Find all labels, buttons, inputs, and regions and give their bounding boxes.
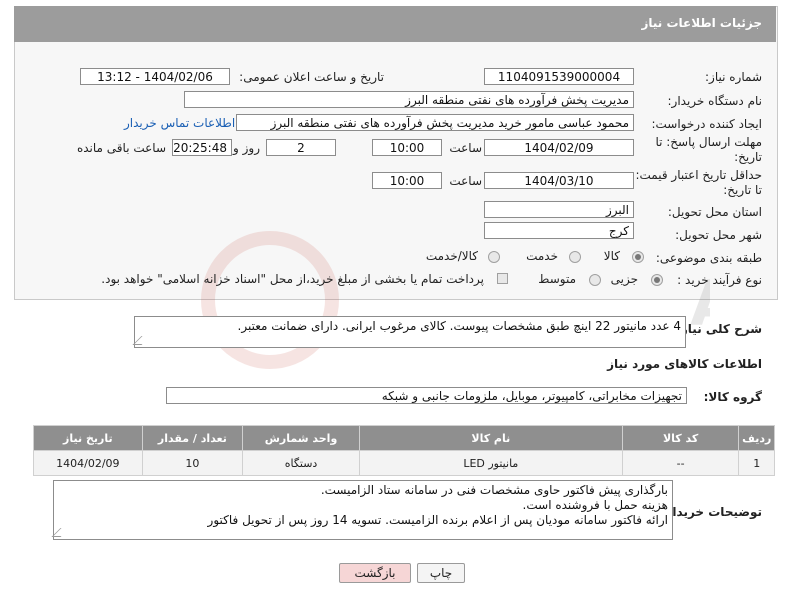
resize-handle-icon[interactable] xyxy=(132,336,151,345)
announce-date-label: تاریخ و ساعت اعلان عمومی: xyxy=(239,70,384,84)
col-item-name: نام کالا xyxy=(358,425,623,451)
need-number-label: شماره نیاز: xyxy=(705,70,762,84)
category-option-service: خدمت xyxy=(526,249,558,263)
days-remaining-field: 2 xyxy=(266,139,336,156)
buyer-notes-textarea[interactable]: بارگذاری پیش فاکتور حاوی مشخصات فنی در س… xyxy=(51,480,673,540)
process-radio-medium[interactable] xyxy=(589,274,601,286)
buyer-org-label: نام دستگاه خریدار: xyxy=(667,94,763,108)
deadline-label-1: مهلت ارسال پاسخ: تا xyxy=(655,135,762,149)
goods-table: ردیف کد کالا نام کالا واحد شمارش تعداد /… xyxy=(33,425,775,476)
cell-item-code: -- xyxy=(621,450,740,476)
col-quantity: تعداد / مقدار xyxy=(141,425,244,451)
goods-group-field: تجهیزات مخابراتی، کامپیوتر، موبایل، ملزو… xyxy=(166,387,687,404)
back-button[interactable]: بازگشت xyxy=(339,563,411,583)
treasury-checkbox[interactable] xyxy=(497,273,508,284)
city-field: کرج xyxy=(484,222,634,239)
buyer-org-field: مدیریت پخش فرآورده های نفتی منطقه البرز xyxy=(184,91,634,108)
cell-need-date: 1404/02/09 xyxy=(33,450,143,476)
process-type-label: نوع فرآیند خرید : xyxy=(677,273,762,287)
cell-row-number: 1 xyxy=(738,450,775,476)
validity-time-label: ساعت xyxy=(449,174,482,188)
process-option-medium: متوسط xyxy=(538,272,576,286)
city-label: شهر محل تحویل: xyxy=(675,228,762,242)
category-radio-service[interactable] xyxy=(569,251,581,263)
panel-header: جزئیات اطلاعات نیاز xyxy=(14,6,776,42)
category-radio-goods-service[interactable] xyxy=(488,251,500,263)
buyer-note-line: بارگذاری پیش فاکتور حاوی مشخصات فنی در س… xyxy=(320,483,668,497)
description-textarea[interactable]: 4 عدد مانیتور 22 اینچ طبق مشخصات پیوست. … xyxy=(132,316,686,348)
table-header-row: ردیف کد کالا نام کالا واحد شمارش تعداد /… xyxy=(33,425,775,451)
process-option-minor: جزیی xyxy=(610,272,638,286)
days-label: روز و xyxy=(233,141,260,155)
goods-section-title: اطلاعات کالاهای مورد نیاز xyxy=(607,357,762,371)
print-button[interactable]: چاپ xyxy=(417,563,465,583)
creator-label: ایجاد کننده درخواست: xyxy=(651,117,762,131)
buyer-note-line: ارائه فاکتور سامانه مودیان پس از اعلام ب… xyxy=(207,513,668,527)
buyer-notes-label: توضیحات خریدار: xyxy=(660,505,762,519)
announce-date-field: 1404/02/06 - 13:12 xyxy=(80,68,230,85)
cell-unit: دستگاه xyxy=(242,450,360,476)
category-radio-goods[interactable] xyxy=(632,251,644,263)
process-radio-minor[interactable] xyxy=(651,274,663,286)
deadline-label-2: تاریخ: xyxy=(734,150,762,164)
col-unit: واحد شمارش xyxy=(242,425,360,451)
validity-label-1: حداقل تاریخ اعتبار قیمت: xyxy=(635,168,762,182)
description-label: شرح کلی نیاز: xyxy=(676,322,762,336)
category-option-goods-service: کالا/خدمت xyxy=(425,249,478,263)
buyer-contact-link[interactable]: اطلاعات تماس خریدار xyxy=(124,116,235,130)
validity-label-2: تا تاریخ: xyxy=(723,183,762,197)
cell-quantity: 10 xyxy=(141,450,244,476)
cell-item-name: مانیتور LED xyxy=(358,450,623,476)
province-field: البرز xyxy=(484,201,634,218)
col-row-number: ردیف xyxy=(738,425,775,451)
deadline-time-field: 10:00 xyxy=(372,139,442,156)
description-text: 4 عدد مانیتور 22 اینچ طبق مشخصات پیوست. … xyxy=(237,319,681,333)
validity-date-field: 1404/03/10 xyxy=(484,172,634,189)
goods-group-label: گروه کالا: xyxy=(703,390,762,404)
validity-time-field: 10:00 xyxy=(372,172,442,189)
treasury-note: پرداخت تمام یا بخشی از مبلغ خرید،از محل … xyxy=(101,272,484,286)
category-option-goods: کالا xyxy=(603,249,620,263)
col-need-date: تاریخ نیاز xyxy=(33,425,143,451)
deadline-time-label: ساعت xyxy=(449,141,482,155)
category-label: طبقه بندی موضوعی: xyxy=(655,251,762,265)
panel-title: جزئیات اطلاعات نیاز xyxy=(641,16,762,30)
buyer-note-line: هزینه حمل با فروشنده است. xyxy=(522,498,668,512)
deadline-date-field: 1404/02/09 xyxy=(484,139,634,156)
table-row: 1 -- مانیتور LED دستگاه 10 1404/02/09 xyxy=(33,450,775,476)
province-label: استان محل تحویل: xyxy=(667,205,762,219)
need-number-field: 1104091539000004 xyxy=(484,68,634,85)
col-item-code: کد کالا xyxy=(621,425,740,451)
creator-field: محمود عباسی مامور خرید مدیریت پخش فرآورد… xyxy=(236,114,634,131)
resize-handle-icon[interactable] xyxy=(51,528,70,537)
remaining-time-label: ساعت باقی مانده xyxy=(76,141,166,155)
remaining-time-field: 20:25:48 xyxy=(172,139,232,156)
